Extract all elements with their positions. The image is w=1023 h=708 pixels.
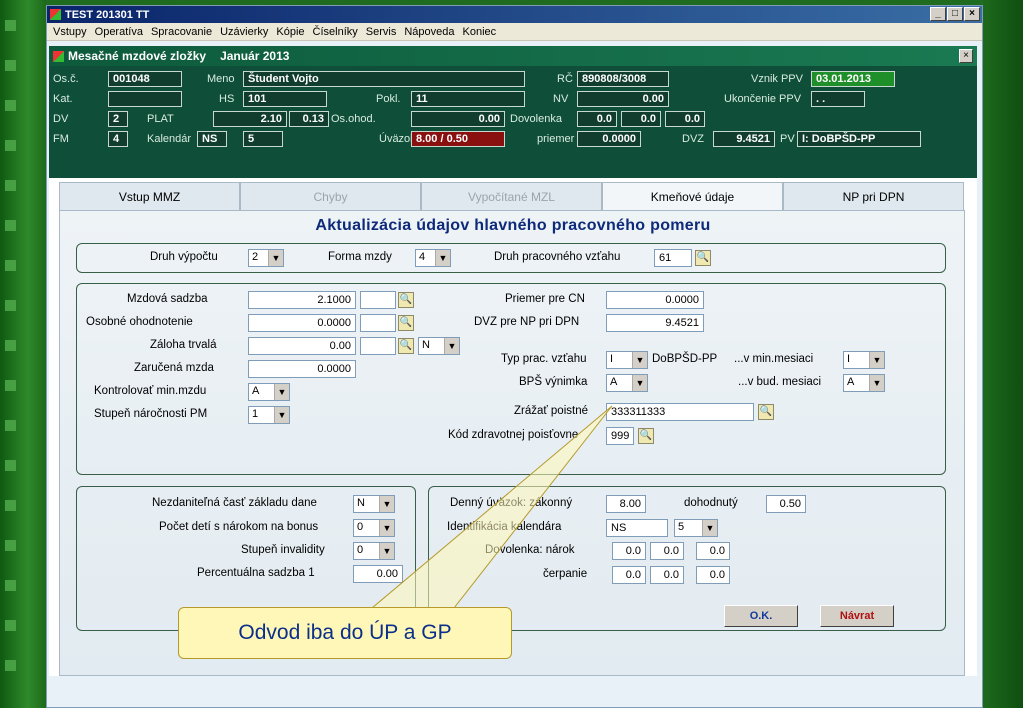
callout-pointer — [370, 405, 613, 609]
callout-pointer-shape — [370, 405, 613, 609]
callout-note: Odvod iba do ÚP a GP — [178, 607, 512, 659]
